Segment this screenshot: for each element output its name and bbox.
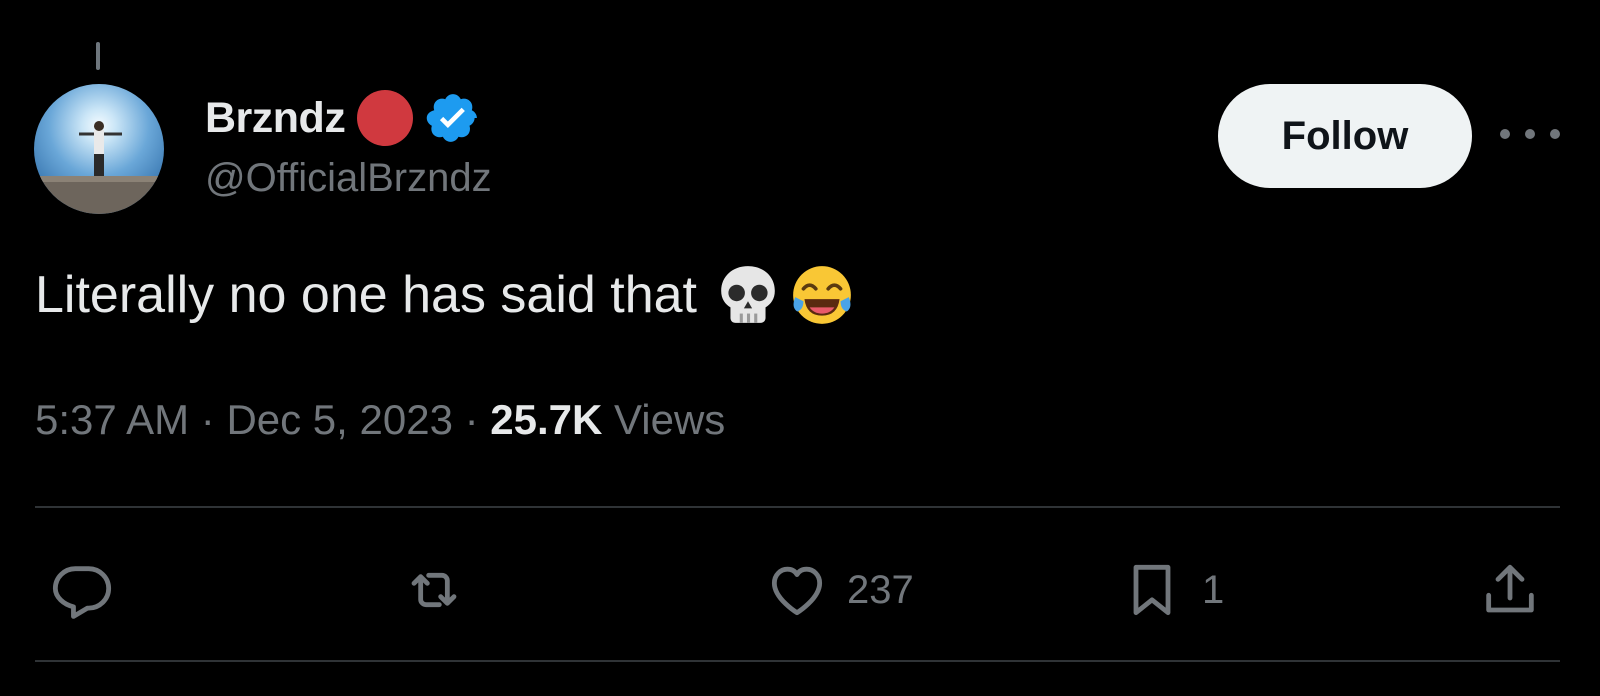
tweet-date[interactable]: Dec 5, 2023 <box>226 396 453 443</box>
divider-top <box>35 506 1560 508</box>
like-count: 237 <box>847 567 914 612</box>
author-name-row: Brzndz <box>205 88 481 148</box>
verified-badge-icon <box>427 94 478 142</box>
tears-of-joy-emoji-icon <box>793 266 851 324</box>
more-dot <box>1550 129 1560 139</box>
tweet-metadata: 5:37 AM · Dec 5, 2023 · 25.7K Views <box>35 396 725 444</box>
avatar[interactable] <box>34 84 164 214</box>
reply-button[interactable] <box>50 550 114 630</box>
more-options-icon[interactable] <box>1500 114 1560 154</box>
bookmark-count: 1 <box>1202 567 1225 612</box>
thread-connector-line <box>96 42 100 70</box>
views-label: Views <box>614 396 726 443</box>
share-icon <box>1486 564 1534 613</box>
more-dot <box>1500 129 1510 139</box>
follow-button[interactable]: Follow <box>1218 84 1472 188</box>
views-count: 25.7K <box>490 396 603 443</box>
skull-emoji-icon <box>721 266 775 323</box>
like-button[interactable]: 237 <box>765 550 914 630</box>
divider-bottom <box>35 660 1560 662</box>
tweet-text: Literally no one has said that <box>35 262 855 328</box>
author-display-name[interactable]: Brzndz <box>205 94 346 143</box>
meta-separator: · <box>452 396 491 443</box>
retweet-icon <box>411 572 457 608</box>
heart-icon <box>771 566 823 616</box>
avatar-photo-icon <box>34 84 164 214</box>
meta-separator: · <box>189 396 227 443</box>
tweet-time[interactable]: 5:37 AM <box>35 396 189 443</box>
reply-icon <box>52 566 112 619</box>
share-button[interactable] <box>1478 550 1542 630</box>
retweet-button[interactable] <box>402 550 466 630</box>
bookmark-icon <box>1133 564 1171 616</box>
red-dot-icon <box>357 90 414 146</box>
tweet-body: Literally no one has said that <box>35 266 697 324</box>
more-dot <box>1525 129 1535 139</box>
author-handle[interactable]: @OfficialBrzndz <box>205 156 492 201</box>
action-bar: 237 1 <box>0 550 1600 630</box>
bookmark-button[interactable]: 1 <box>1120 550 1224 630</box>
